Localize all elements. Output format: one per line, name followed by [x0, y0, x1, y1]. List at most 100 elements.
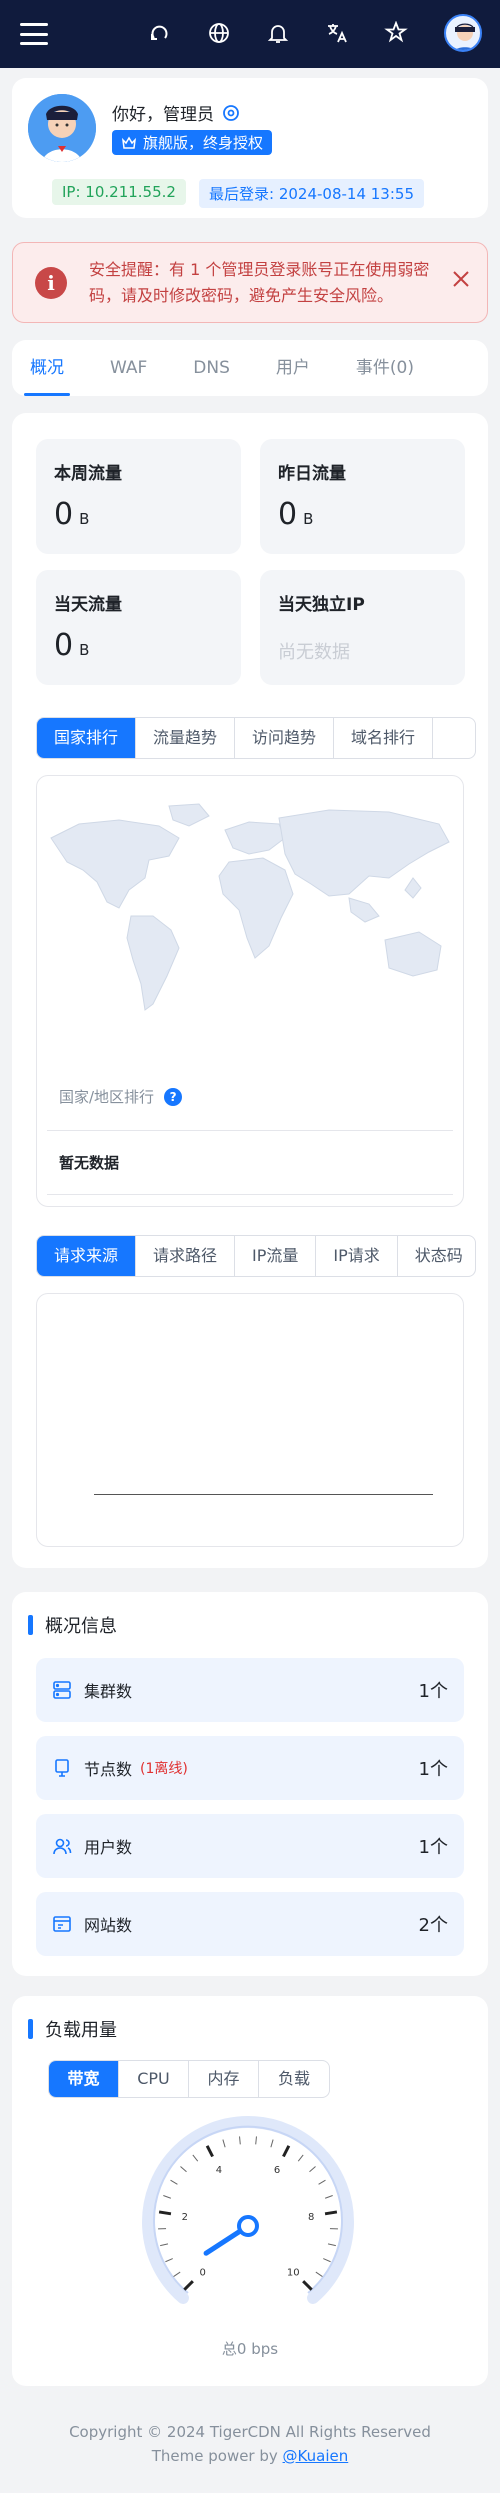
tab-status-code[interactable]: 状态码: [398, 1236, 475, 1276]
stat-week: 本周流量 0B: [36, 439, 241, 554]
theme-text: Theme power by: [151, 2447, 283, 2465]
gauge-tick: [324, 2210, 338, 2216]
gauge-tick: [327, 2243, 336, 2247]
gauge-tick: [318, 2179, 326, 2185]
gauge-tick: [165, 2258, 173, 2263]
tab-dns[interactable]: DNS: [193, 340, 230, 396]
menu-icon[interactable]: [20, 23, 48, 45]
gauge-tick-label: 10: [287, 2267, 300, 2278]
offline-count: (1离线): [140, 1761, 188, 1777]
author-link[interactable]: @Kuaien: [283, 2447, 349, 2465]
tab-request-source[interactable]: 请求来源: [37, 1236, 137, 1276]
bandwidth-gauge: 0 2 4 6 8 10: [142, 2116, 354, 2304]
tab-cpu[interactable]: CPU: [119, 2061, 189, 2097]
overview-count: 1个: [418, 1837, 448, 1858]
overview-row-clusters[interactable]: 集群数 1个: [36, 1658, 464, 1722]
tab-ip-traffic[interactable]: IP流量: [235, 1236, 317, 1276]
alert-text: 安全提醒：有 1 个管理员登录账号正在使用弱密码，请及时修改密码，避免产生安全风…: [89, 260, 430, 305]
country-rank-label: 国家/地区排行: [59, 1088, 155, 1106]
help-icon[interactable]: ?: [164, 1087, 183, 1106]
tab-events[interactable]: 事件(0): [356, 340, 414, 396]
overview-label: 用户数: [84, 1838, 133, 1857]
overview-row-nodes[interactable]: 节点数 (1离线) 1个: [36, 1736, 464, 1800]
bell-icon[interactable]: [263, 18, 293, 48]
stat-empty: 尚无数据: [278, 642, 350, 663]
node-icon: [55, 1759, 69, 1777]
traffic-card: 本周流量 0B 昨日流量 0B 当天流量 0B 当天独立IP 尚无数据 国家排行…: [12, 413, 488, 1568]
greeting-text: 你好，管理员: [112, 105, 214, 125]
country-rank-empty: 暂无数据: [59, 1154, 120, 1172]
tab-request-path[interactable]: 请求路径: [136, 1236, 236, 1276]
stat-unit: B: [303, 510, 314, 528]
info-icon: i: [35, 267, 67, 299]
license-badge: 旗舰版，终身授权: [112, 130, 273, 155]
request-source-chart: [36, 1293, 464, 1547]
stat-unique-ip: 当天独立IP 尚无数据: [260, 570, 465, 685]
tab-domain-rank[interactable]: 域名排行: [334, 718, 434, 758]
profile-card: 你好，管理员 旗舰版，终身授权 IP: 10.211.55.2 最后登录: 20…: [12, 78, 488, 218]
overview-label: 网站数: [84, 1916, 133, 1935]
crown-icon: [121, 136, 137, 149]
country-rank-title: 国家/地区排行 ?: [59, 1086, 183, 1107]
tab-load[interactable]: 负载: [259, 2061, 329, 2097]
theme-icon[interactable]: [381, 18, 411, 48]
tab-more[interactable]: [433, 718, 467, 758]
users-icon: [53, 1838, 72, 1855]
stat-value: 0: [278, 497, 298, 532]
gauge-tick: [302, 2280, 313, 2291]
tab-country-rank[interactable]: 国家排行: [37, 718, 137, 758]
gauge-tick: [324, 2195, 333, 2199]
gauge-tick-label: 0: [200, 2267, 206, 2278]
gauge-tick: [323, 2258, 331, 2263]
gauge-tick: [180, 2166, 187, 2173]
profile-avatar: [28, 94, 96, 162]
gauge-tick-label: 6: [274, 2165, 280, 2176]
gauge-tick-label: 2: [182, 2212, 188, 2223]
gauge-tick: [282, 2145, 291, 2158]
gauge-tick: [309, 2166, 316, 2173]
country-rank-panel: 国家/地区排行 ? 暂无数据: [36, 775, 464, 1207]
gauge-tick: [255, 2136, 257, 2145]
tab-bandwidth[interactable]: 带宽: [49, 2061, 119, 2097]
tab-visit-trend[interactable]: 访问趋势: [235, 718, 335, 758]
copyright: Copyright © 2024 TigerCDN All Rights Res…: [69, 2423, 431, 2441]
greeting: 你好，管理员: [112, 100, 240, 125]
tab-ip-requests[interactable]: IP请求: [316, 1236, 398, 1276]
security-alert: i 安全提醒：有 1 个管理员登录账号正在使用弱密码，请及时修改密码，避免产生安…: [12, 242, 488, 323]
stat-unit: B: [79, 641, 90, 659]
overview-title: 概况信息: [28, 1612, 117, 1638]
gauge-tick: [270, 2139, 274, 2148]
gauge-tick-label: 8: [308, 2212, 314, 2223]
avatar[interactable]: [444, 14, 482, 52]
overview-count: 2个: [418, 1915, 448, 1936]
tab-traffic-trend[interactable]: 流量趋势: [136, 718, 236, 758]
tab-overview[interactable]: 概况: [24, 340, 70, 396]
translate-icon[interactable]: [322, 18, 352, 48]
settings-icon[interactable]: [222, 104, 240, 122]
overview-label: 节点数: [84, 1760, 133, 1779]
refresh-icon[interactable]: [145, 18, 175, 48]
stat-title: 昨日流量: [278, 464, 346, 484]
overview-row-websites[interactable]: 网站数 2个: [36, 1892, 464, 1956]
load-card: 负载用量 带宽 CPU 内存 负载 0 2 4 6 8 10 总0 bps: [12, 1996, 488, 2386]
gauge-tick-label: 4: [216, 2165, 222, 2176]
license-text: 旗舰版，终身授权: [143, 134, 264, 152]
footer: Copyright © 2024 TigerCDN All Rights Res…: [0, 2420, 500, 2468]
stat-title: 当天独立IP: [278, 595, 365, 615]
tab-users[interactable]: 用户: [276, 340, 310, 396]
tab-memory[interactable]: 内存: [189, 2061, 259, 2097]
overview-row-users[interactable]: 用户数 1个: [36, 1814, 464, 1878]
main-tabs: 概况 WAF DNS 用户 事件(0): [12, 340, 488, 396]
close-icon[interactable]: [449, 267, 473, 291]
stat-title: 当天流量: [54, 595, 122, 615]
load-tabs: 带宽 CPU 内存 负载: [48, 2060, 330, 2098]
gauge-tick: [163, 2195, 172, 2199]
world-map: [50, 803, 450, 1011]
globe-icon[interactable]: [204, 18, 234, 48]
top-bar: [0, 0, 500, 68]
last-login-badge: 最后登录: 2024-08-14 13:55: [199, 179, 424, 208]
tab-waf[interactable]: WAF: [110, 340, 147, 396]
gauge-tick: [239, 2136, 241, 2145]
stat-yesterday: 昨日流量 0B: [260, 439, 465, 554]
gauge-center: [237, 2215, 259, 2237]
